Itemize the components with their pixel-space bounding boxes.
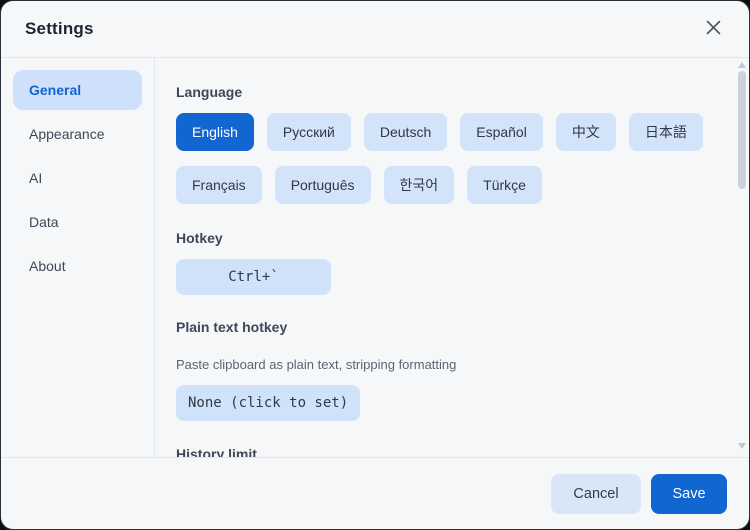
language-option-label: 한국어 — [400, 177, 439, 193]
dialog-header: Settings — [1, 1, 749, 58]
language-option-button[interactable]: Português — [275, 166, 371, 204]
sidebar-item[interactable]: General — [13, 70, 142, 110]
dialog-footer: Cancel Save — [1, 457, 749, 529]
language-option-label: 中文 — [572, 124, 600, 140]
language-option-button[interactable]: Français — [176, 166, 262, 204]
language-option-button[interactable]: Español — [460, 113, 543, 151]
plain-text-hotkey-label: Plain text hotkey — [176, 319, 719, 336]
sidebar-item[interactable]: Appearance — [13, 114, 142, 154]
sidebar-item-label: AI — [29, 170, 42, 186]
sidebar-item-label: About — [29, 258, 66, 274]
language-option-button[interactable]: 한국어 — [384, 166, 455, 204]
sidebar-item-label: Data — [29, 214, 59, 230]
sidebar: General Appearance AI Data About — [1, 58, 155, 457]
sidebar-item[interactable]: About — [13, 246, 142, 286]
language-option-button[interactable]: Deutsch — [364, 113, 447, 151]
sidebar-item[interactable]: AI — [13, 158, 142, 198]
language-option-label: Español — [476, 124, 527, 140]
chevron-up-icon[interactable] — [738, 62, 746, 68]
plain-text-hotkey-description: Paste clipboard as plain text, stripping… — [176, 357, 719, 372]
sidebar-item-label: Appearance — [29, 126, 105, 142]
scrollbar-thumb[interactable] — [738, 71, 746, 189]
sidebar-item[interactable]: Data — [13, 202, 142, 242]
hotkey-button[interactable]: Ctrl+` — [176, 259, 331, 295]
content-scroll-area: Language English Русский Deutsch Español… — [155, 58, 749, 457]
language-option-button[interactable]: English — [176, 113, 254, 151]
language-option-label: 日本語 — [645, 124, 687, 140]
settings-dialog: Settings General Appearance AI Data Abou… — [0, 0, 750, 530]
sidebar-item-label: General — [29, 82, 81, 98]
chevron-down-icon[interactable] — [738, 443, 746, 449]
save-button[interactable]: Save — [651, 474, 727, 514]
close-icon — [706, 20, 721, 38]
close-button[interactable] — [699, 15, 727, 43]
language-option-label: Deutsch — [380, 124, 431, 140]
dialog-title: Settings — [25, 19, 94, 39]
language-option-button[interactable]: 日本語 — [629, 113, 703, 151]
language-option-label: English — [192, 124, 238, 140]
dialog-body: General Appearance AI Data About Languag… — [1, 58, 749, 457]
language-option-label: Français — [192, 177, 246, 193]
language-options: English Русский Deutsch Español 中文 日本語 F… — [176, 113, 716, 204]
hotkey-section-label: Hotkey — [176, 230, 719, 247]
language-option-button[interactable]: Türkçe — [467, 166, 542, 204]
language-option-button[interactable]: 中文 — [556, 113, 616, 151]
history-limit-label: History limit — [176, 446, 719, 457]
language-option-button[interactable]: Русский — [267, 113, 351, 151]
language-option-label: Türkçe — [483, 177, 526, 193]
language-option-label: Português — [291, 177, 355, 193]
cancel-button[interactable]: Cancel — [551, 474, 641, 514]
language-section-label: Language — [176, 84, 719, 101]
plain-text-hotkey-button[interactable]: None (click to set) — [176, 385, 360, 421]
language-option-label: Русский — [283, 124, 335, 140]
scrollbar[interactable] — [737, 58, 747, 457]
content-panel: Language English Русский Deutsch Español… — [155, 58, 749, 457]
